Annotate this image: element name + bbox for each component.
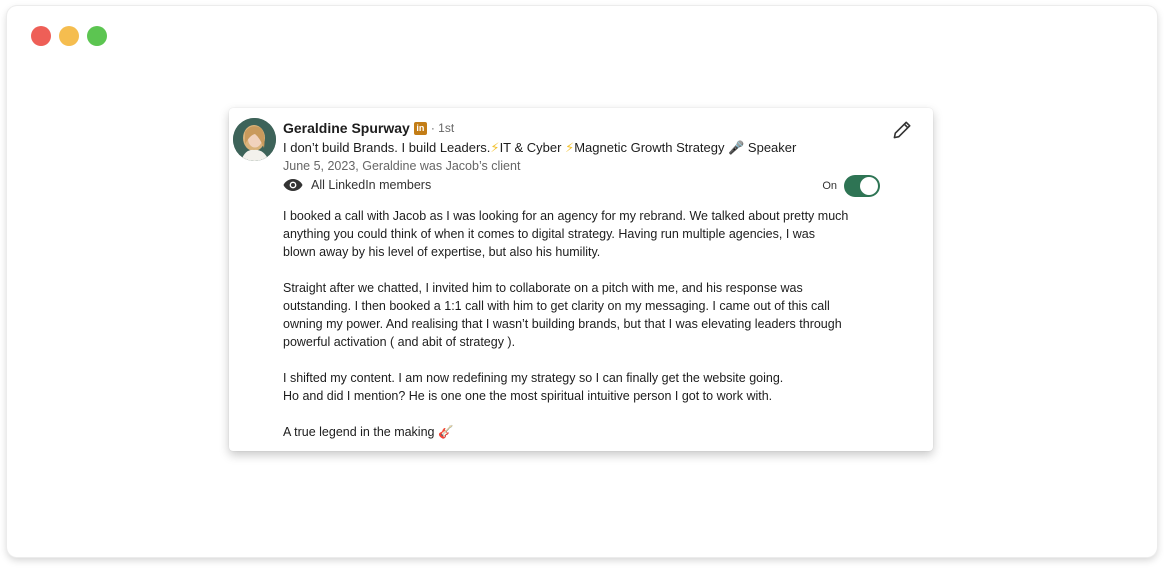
recommendation-paragraph: Straight after we chatted, I invited him… — [283, 279, 883, 351]
text-line: anything you could think of when it come… — [283, 227, 815, 241]
zoom-window-button[interactable] — [87, 26, 107, 46]
text-line: outstanding. I then booked a 1:1 call wi… — [283, 299, 830, 313]
text-line: powerful activation ( and abit of strate… — [283, 335, 516, 349]
author-row: Geraldine Spurway in · 1st — [283, 120, 454, 136]
text-line: owning my power. And realising that I wa… — [283, 317, 842, 331]
edit-button[interactable] — [891, 119, 913, 141]
author-headline: I don’t build Brands. I build Leaders.⚡I… — [283, 140, 796, 156]
avatar-portrait-icon — [233, 118, 276, 161]
text-line: Straight after we chatted, I invited him… — [283, 281, 803, 295]
text-line: A true legend in the making 🎸 — [283, 425, 454, 439]
recommendation-paragraph: I booked a call with Jacob as I was look… — [283, 207, 883, 261]
text-line: blown away by his level of expertise, bu… — [283, 245, 601, 259]
minimize-window-button[interactable] — [59, 26, 79, 46]
visibility-setting[interactable]: All LinkedIn members — [283, 178, 431, 192]
recommendation-paragraph: A true legend in the making 🎸 — [283, 423, 883, 441]
recommendation-paragraph: I shifted my content. I am now redefinin… — [283, 369, 883, 405]
eye-icon — [283, 178, 303, 192]
toggle-knob — [860, 177, 878, 195]
recommendation-text: I booked a call with Jacob as I was look… — [283, 207, 883, 441]
headline-part: I don’t build Brands. I build Leaders. — [283, 140, 491, 155]
connection-degree: · 1st — [430, 121, 455, 135]
text-line: I booked a call with Jacob as I was look… — [283, 209, 849, 223]
headline-part: IT & Cyber — [499, 140, 566, 155]
headline-part: Magnetic Growth Strategy 🎤 Speaker — [574, 140, 797, 155]
recommendation-date-relationship: June 5, 2023, Geraldine was Jacob’s clie… — [283, 159, 521, 173]
window-controls — [31, 26, 107, 46]
linkedin-badge-icon: in — [413, 121, 427, 135]
text-line: I shifted my content. I am now redefinin… — [283, 371, 784, 385]
author-name[interactable]: Geraldine Spurway — [283, 120, 410, 136]
toggle-state-label: On — [822, 180, 837, 192]
bolt-icon: ⚡ — [490, 140, 500, 155]
visibility-label: All LinkedIn members — [311, 178, 432, 192]
avatar[interactable] — [233, 118, 276, 161]
text-line: Ho and did I mention? He is one one the … — [283, 389, 773, 403]
close-window-button[interactable] — [31, 26, 51, 46]
visibility-toggle[interactable] — [844, 175, 880, 197]
recommendation-card: Geraldine Spurway in · 1st I don’t build… — [229, 108, 933, 451]
bolt-icon: ⚡ — [565, 140, 575, 155]
visibility-toggle-group: On — [822, 175, 880, 197]
pencil-icon — [893, 121, 911, 139]
